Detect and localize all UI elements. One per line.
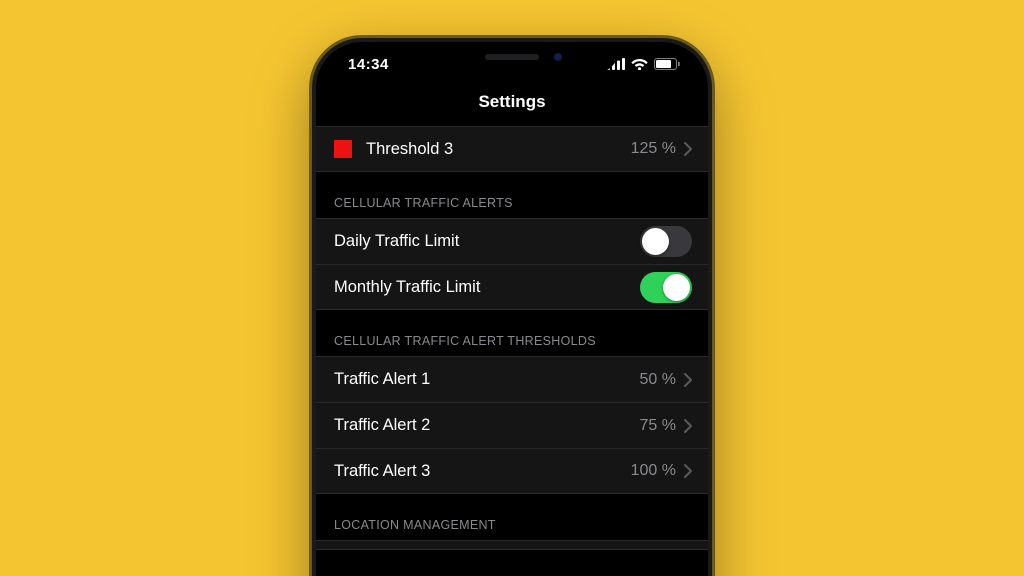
daily-traffic-limit-row[interactable]: Daily Traffic Limit: [316, 218, 708, 264]
traffic-alert-1-row[interactable]: Traffic Alert 1 50 %: [316, 356, 708, 402]
alert-thresholds-header: CELLULAR TRAFFIC ALERT THRESHOLDS: [316, 310, 708, 356]
traffic-alert-2-row[interactable]: Traffic Alert 2 75 %: [316, 402, 708, 448]
traffic-alert-3-value: 100 %: [631, 462, 676, 480]
location-management-header: LOCATION MANAGEMENT: [316, 494, 708, 540]
cellular-alerts-group: Daily Traffic Limit Monthly Traffic Limi…: [316, 218, 708, 310]
monthly-traffic-limit-row[interactable]: Monthly Traffic Limit: [316, 264, 708, 310]
cellular-alerts-header: CELLULAR TRAFFIC ALERTS: [316, 172, 708, 218]
traffic-alert-1-label: Traffic Alert 1: [334, 370, 640, 389]
threshold-3-color-swatch: [334, 140, 352, 158]
front-camera: [554, 53, 562, 61]
chevron-right-icon: [684, 373, 692, 387]
page-title: Settings: [316, 86, 708, 126]
volume-down-button: [312, 292, 313, 347]
volume-up-button: [312, 222, 313, 277]
power-button: [711, 242, 712, 327]
phone-frame: 14:34 Settings Threshold 3 125 %: [312, 38, 712, 576]
monthly-traffic-limit-label: Monthly Traffic Limit: [334, 278, 640, 297]
traffic-alert-2-value: 75 %: [640, 417, 676, 435]
location-row-placeholder[interactable]: [316, 540, 708, 550]
traffic-alert-2-label: Traffic Alert 2: [334, 416, 640, 435]
mute-switch: [312, 172, 313, 202]
status-indicators: [607, 58, 680, 70]
threshold-3-label: Threshold 3: [366, 140, 631, 159]
status-time: 14:34: [348, 56, 389, 73]
chevron-right-icon: [684, 142, 692, 156]
daily-traffic-limit-toggle[interactable]: [640, 226, 692, 257]
traffic-alert-3-label: Traffic Alert 3: [334, 462, 631, 481]
chevron-right-icon: [684, 419, 692, 433]
wifi-icon: [631, 58, 648, 70]
threshold-3-value: 125 %: [631, 140, 676, 158]
chevron-right-icon: [684, 464, 692, 478]
earpiece-speaker: [485, 54, 539, 60]
alert-thresholds-group: Traffic Alert 1 50 % Traffic Alert 2 75 …: [316, 356, 708, 494]
traffic-alert-1-value: 50 %: [640, 371, 676, 389]
traffic-alert-3-row[interactable]: Traffic Alert 3 100 %: [316, 448, 708, 494]
notch: [407, 42, 617, 72]
battery-icon: [654, 58, 680, 70]
monthly-traffic-limit-toggle[interactable]: [640, 272, 692, 303]
screen: 14:34 Settings Threshold 3 125 %: [316, 42, 708, 576]
threshold-3-row[interactable]: Threshold 3 125 %: [316, 126, 708, 172]
thresholds-group: Threshold 3 125 %: [316, 126, 708, 172]
location-management-group: [316, 540, 708, 550]
daily-traffic-limit-label: Daily Traffic Limit: [334, 232, 640, 251]
